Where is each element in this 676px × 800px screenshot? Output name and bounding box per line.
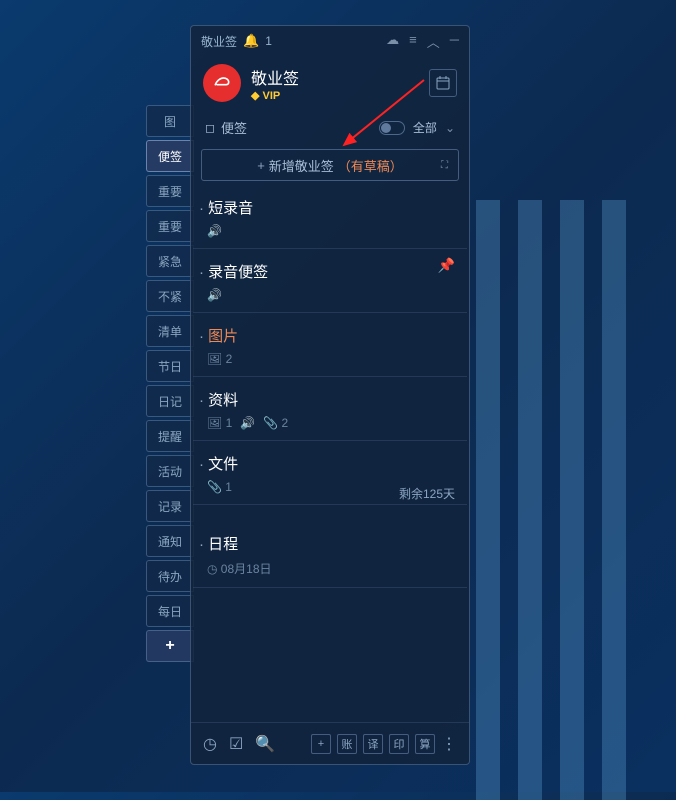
view-toggle[interactable] (379, 121, 405, 135)
expand-icon: ⛶ (441, 160, 448, 171)
remaining-days: 剩余125天 (399, 485, 455, 502)
sidebar-add-tab[interactable]: + (146, 630, 194, 662)
app-name: 敬业签 (201, 33, 237, 50)
sync-icon[interactable]: ☁ (386, 32, 399, 51)
sidebar-tab[interactable]: 重要 (146, 210, 194, 242)
sidebar-tab[interactable]: 活动 (146, 455, 194, 487)
note-title: 录音便签 (207, 261, 453, 282)
sidebar-tab[interactable]: 图 (146, 105, 194, 137)
note-item[interactable]: 剩余125天日程◷ 08月18日 (193, 505, 467, 588)
sidebar-tab[interactable]: 清单 (146, 315, 194, 347)
sidebar-tab[interactable]: 记录 (146, 490, 194, 522)
calendar-button[interactable] (429, 69, 457, 97)
vip-badge: VIP (251, 89, 299, 102)
section-header: ◻ 便签 全部 ⌄ (191, 110, 469, 145)
sidebar-tab[interactable]: 每日 (146, 595, 194, 627)
note-item[interactable]: 📌录音便签 🔊 (193, 249, 467, 313)
attachment-icon: 📎 1 (207, 480, 232, 494)
app-logo (203, 64, 241, 102)
brand-row: 敬业签 VIP (191, 56, 469, 110)
menu-icon[interactable]: ≡ (409, 32, 417, 51)
chevron-down-icon[interactable]: ⌄ (445, 121, 455, 135)
note-meta: 🖼 2 (207, 352, 453, 366)
add-square-button[interactable]: + (311, 734, 331, 754)
add-note-button[interactable]: + 新增敬业签 （有草稿） ⛶ (201, 149, 459, 181)
sidebar-tab[interactable]: 便签 (146, 140, 194, 172)
filter-label[interactable]: 全部 (413, 119, 437, 136)
titlebar: 敬业签 🔔 1 ☁ ≡ ︿ ─ (191, 26, 469, 56)
draft-indicator: （有草稿） (338, 156, 403, 175)
note-meta: 🖼 1 🔊 📎 2 (207, 416, 453, 430)
note-title: 日程 (207, 533, 453, 554)
add-label: 新增敬业签 (269, 156, 334, 175)
sidebar-tab[interactable]: 日记 (146, 385, 194, 417)
note-title: 文件 (207, 453, 453, 474)
note-item[interactable]: 图片 🖼 2 (193, 313, 467, 377)
category-sidebar: 图便签重要重要紧急不紧清单节日日记提醒活动记录通知待办每日+ (146, 105, 194, 665)
image-icon: 🖼 1 (207, 416, 232, 430)
note-meta: 🔊 (207, 224, 453, 238)
search-icon[interactable]: 🔍 (255, 734, 275, 754)
app-window: 敬业签 🔔 1 ☁ ≡ ︿ ─ 敬业签 VIP ◻ 便签 全部 (190, 25, 470, 765)
note-meta: 🔊 (207, 288, 453, 302)
toolbar-action[interactable]: 印 (389, 734, 409, 754)
plus-icon: + (257, 158, 265, 173)
toolbar-action[interactable]: 译 (363, 734, 383, 754)
note-item[interactable]: 短录音 🔊 (193, 185, 467, 249)
notification-bell-icon[interactable]: 🔔 (243, 33, 259, 49)
sidebar-tab[interactable]: 重要 (146, 175, 194, 207)
sound-icon: 🔊 (207, 288, 222, 302)
sidebar-tab[interactable]: 通知 (146, 525, 194, 557)
note-title: 图片 (207, 325, 453, 346)
note-title: 短录音 (207, 197, 453, 218)
sidebar-tab[interactable]: 待办 (146, 560, 194, 592)
minimize-icon[interactable]: ︿ (427, 32, 440, 51)
history-icon[interactable]: ◷ (203, 734, 217, 754)
toolbar-action[interactable]: 算 (415, 734, 435, 754)
sidebar-tab[interactable]: 节日 (146, 350, 194, 382)
image-icon: 🖼 2 (207, 352, 232, 366)
attachment-icon: 📎 2 (263, 416, 288, 430)
clock-icon: ◷ 08月18日 (207, 560, 272, 577)
sidebar-tab[interactable]: 紧急 (146, 245, 194, 277)
sidebar-tab[interactable]: 提醒 (146, 420, 194, 452)
note-list: 短录音 🔊 📌录音便签 🔊 图片 🖼 2 资料 🖼 1 🔊 📎 2 文件 📎 1 剩余125天日程 ◷ 0… (191, 185, 469, 588)
checklist-icon[interactable]: ☑ (229, 734, 243, 754)
more-icon[interactable]: ⋮ (441, 734, 457, 754)
note-meta: ◷ 08月18日 (207, 560, 453, 577)
pin-icon: 📌 (438, 257, 455, 274)
sound-icon: 🔊 (207, 224, 222, 238)
note-title: 资料 (207, 389, 453, 410)
bookmark-icon: ◻ (205, 121, 215, 135)
close-icon[interactable]: ─ (450, 32, 459, 51)
toolbar-action[interactable]: 账 (337, 734, 357, 754)
sidebar-tab[interactable]: 不紧 (146, 280, 194, 312)
note-item[interactable]: 资料 🖼 1 🔊 📎 2 (193, 377, 467, 441)
bottom-toolbar: ◷ ☑ 🔍 + 账译印算 ⋮ (191, 722, 469, 764)
notification-count: 1 (265, 34, 272, 48)
sound-icon: 🔊 (240, 416, 255, 430)
section-label: 便签 (221, 118, 247, 137)
brand-name: 敬业签 (251, 65, 299, 89)
